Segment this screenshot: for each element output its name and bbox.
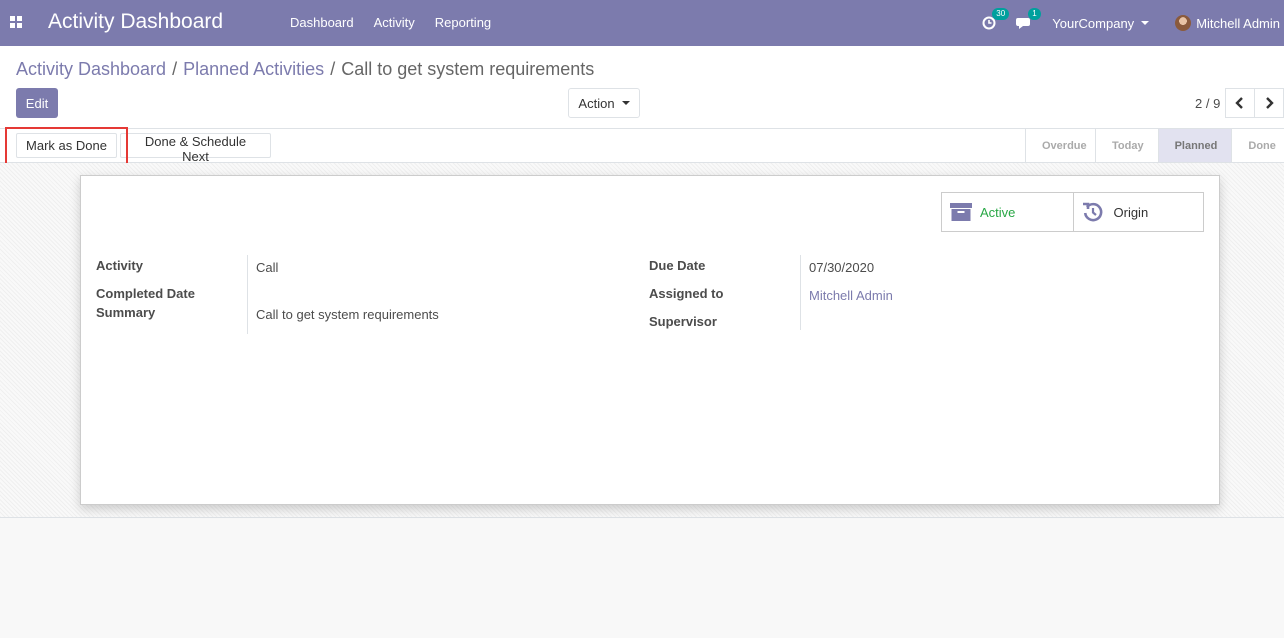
company-switcher[interactable]: YourCompany <box>1052 15 1150 31</box>
chevron-right-icon <box>1266 97 1274 109</box>
pager-previous-button[interactable] <box>1225 88 1255 118</box>
stage-pipeline: Overdue Today Planned Done <box>1025 129 1284 162</box>
chevron-left-icon <box>1235 97 1243 109</box>
done-schedule-next-button[interactable]: Done & Schedule Next <box>120 133 271 164</box>
breadcrumb-separator: / <box>330 59 336 79</box>
due-date-label: Due Date <box>649 258 706 273</box>
field-divider <box>800 255 801 330</box>
breadcrumb-separator: / <box>172 59 178 79</box>
mark-as-done-button[interactable]: Mark as Done <box>16 133 117 158</box>
menu-item-reporting[interactable]: Reporting <box>425 15 501 30</box>
completed-date-label: Completed Date <box>96 286 195 301</box>
breadcrumb-activity-dashboard[interactable]: Activity Dashboard <box>16 59 166 80</box>
assigned-to-label: Assigned to <box>649 286 724 301</box>
stage-overdue[interactable]: Overdue <box>1025 129 1095 162</box>
history-icon <box>1082 202 1102 222</box>
avatar <box>1175 15 1192 31</box>
stage-done[interactable]: Done <box>1231 129 1284 162</box>
pager-value[interactable]: 2 / 9 <box>1195 96 1220 111</box>
breadcrumb-current: Call to get system requirements <box>341 59 595 79</box>
supervisor-label: Supervisor <box>649 314 717 329</box>
smart-button-box: Active Origin <box>941 192 1204 232</box>
activity-label: Activity <box>96 258 143 273</box>
message-count-badge: 1 <box>1028 8 1041 20</box>
caret-down-icon <box>1141 21 1150 25</box>
menu-item-activity[interactable]: Activity <box>364 15 425 30</box>
action-dropdown-button[interactable]: Action <box>568 88 640 118</box>
messaging-menu-button[interactable]: 1 <box>1016 8 1041 30</box>
summary-label: Summary <box>96 305 156 320</box>
form-statusbar: Mark as Done Done & Schedule Next Overdu… <box>0 129 1284 164</box>
activity-value: Call <box>256 260 279 275</box>
assigned-to-link[interactable]: Mitchell Admin <box>809 288 893 303</box>
user-name: Mitchell Admin <box>1196 15 1280 31</box>
systray: 30 1 YourCompany Mitchell Admin <box>982 0 1284 46</box>
control-panel: Activity Dashboard / Planned Activities … <box>0 46 1284 129</box>
form-sheet: Active Origin Activity Completed Date Su… <box>80 175 1220 505</box>
stage-today[interactable]: Today <box>1095 129 1158 162</box>
top-navbar: Activity Dashboard Dashboard Activity Re… <box>0 0 1284 46</box>
archive-icon <box>950 203 972 221</box>
active-toggle-button[interactable]: Active <box>942 193 1073 231</box>
activity-count-badge: 30 <box>992 8 1010 20</box>
company-name: YourCompany <box>1052 15 1135 31</box>
active-label: Active <box>980 204 1016 220</box>
origin-button[interactable]: Origin <box>1072 193 1203 231</box>
stage-planned[interactable]: Planned <box>1157 129 1232 162</box>
breadcrumb-planned-activities[interactable]: Planned Activities <box>183 59 324 80</box>
apps-menu-icon[interactable] <box>10 16 22 28</box>
activity-menu-button[interactable]: 30 <box>982 8 1010 30</box>
edit-button[interactable]: Edit <box>16 88 58 118</box>
breadcrumb: Activity Dashboard / Planned Activities … <box>16 59 594 80</box>
menu-item-dashboard[interactable]: Dashboard <box>280 15 364 30</box>
caret-down-icon <box>621 101 630 105</box>
summary-value: Call to get system requirements <box>256 307 439 322</box>
action-label: Action <box>578 95 615 111</box>
app-title: Activity Dashboard <box>48 10 224 33</box>
due-date-value: 07/30/2020 <box>809 260 875 275</box>
pager-next-button[interactable] <box>1254 88 1284 118</box>
main-menu: Dashboard Activity Reporting <box>280 15 501 30</box>
field-divider <box>247 255 248 334</box>
origin-label: Origin <box>1113 204 1149 220</box>
user-menu[interactable]: Mitchell Admin <box>1175 15 1280 31</box>
